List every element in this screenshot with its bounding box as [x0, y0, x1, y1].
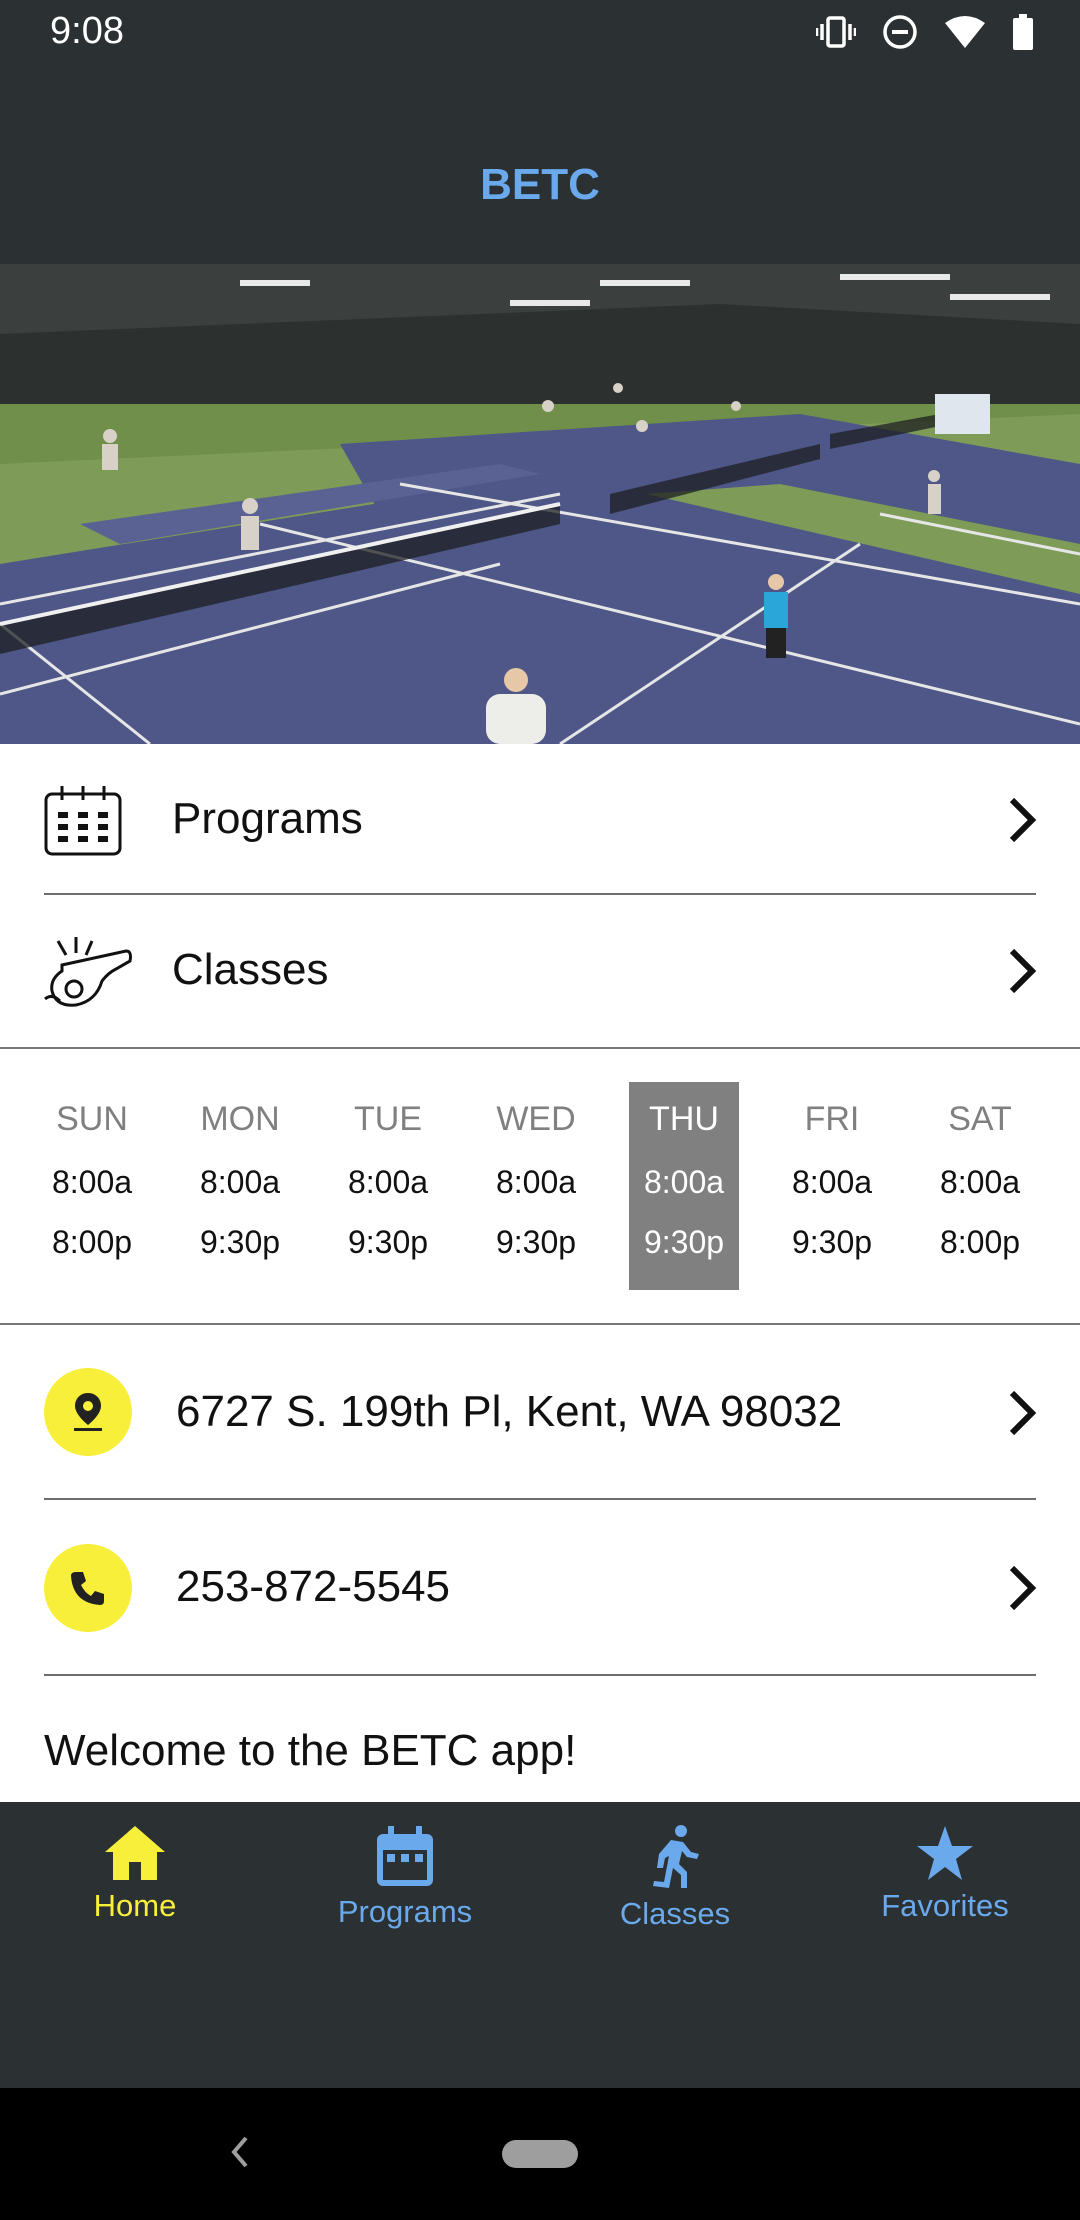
status-icons: [816, 14, 1034, 50]
nav-classes[interactable]: Classes: [540, 1824, 810, 1944]
calendar-icon: [270, 1824, 540, 1888]
day-close-time: 8:00p: [939, 1224, 1021, 1260]
day-sat: SAT 8:00a 8:00p: [925, 1082, 1035, 1290]
app-title: BETC: [480, 160, 600, 209]
back-icon[interactable]: [226, 2132, 252, 2177]
nav-programs-label: Programs: [337, 1894, 473, 1929]
nav-favorites[interactable]: Favorites: [810, 1824, 1080, 1944]
classes-row[interactable]: Classes: [0, 895, 1080, 1047]
day-tue: TUE 8:00a 9:30p: [333, 1082, 443, 1290]
programs-label: Programs: [172, 794, 363, 843]
status-time: 9:08: [50, 10, 124, 52]
chevron-right-icon: [1008, 947, 1038, 1000]
welcome-text: Welcome to the BETC app!: [44, 1726, 577, 1775]
home-pill-button[interactable]: [502, 2140, 578, 2168]
day-close-time: 9:30p: [199, 1224, 281, 1260]
day-name: SAT: [948, 1100, 1012, 1138]
day-close-time: 9:30p: [495, 1224, 577, 1260]
phone-text: 253-872-5545: [176, 1562, 451, 1611]
whistle-icon: [42, 935, 132, 1014]
phone-icon: [44, 1544, 132, 1632]
day-fri: FRI 8:00a 9:30p: [777, 1082, 887, 1290]
location-pin-icon: [44, 1368, 132, 1456]
status-bar: 9:08: [0, 0, 1080, 68]
vibrate-icon: [816, 15, 856, 49]
nav-home[interactable]: Home: [0, 1824, 270, 1944]
hours-table: SUN 8:00a 8:00p MON 8:00a 9:30p TUE 8:00…: [0, 1050, 1080, 1322]
day-name: THU: [649, 1100, 719, 1138]
day-name: WED: [496, 1100, 576, 1138]
phone-row[interactable]: 253-872-5545: [0, 1500, 1080, 1674]
day-name: FRI: [804, 1100, 860, 1138]
home-icon: [0, 1824, 270, 1882]
day-name: MON: [200, 1100, 280, 1138]
day-mon: MON 8:00a 9:30p: [185, 1082, 295, 1290]
wifi-icon: [944, 15, 986, 49]
day-open-time: 8:00a: [347, 1164, 429, 1200]
calendar-grid-icon: [44, 784, 122, 861]
day-thu-highlighted: THU 8:00a 9:30p: [629, 1082, 739, 1290]
chevron-right-icon: [1008, 796, 1038, 849]
day-close-time: 8:00p: [51, 1224, 133, 1260]
app-bar: BETC: [0, 68, 1080, 264]
day-open-time: 8:00a: [643, 1164, 725, 1200]
chevron-right-icon: [1008, 1564, 1038, 1617]
nav-classes-label: Classes: [619, 1896, 731, 1931]
day-close-time: 9:30p: [347, 1224, 429, 1260]
nav-favorites-label: Favorites: [881, 1888, 1009, 1923]
day-sun: SUN 8:00a 8:00p: [37, 1082, 147, 1290]
classes-label: Classes: [172, 945, 329, 994]
divider: [44, 1674, 1036, 1676]
hero-image: [0, 264, 1080, 744]
do-not-disturb-icon: [882, 14, 918, 50]
star-icon: [810, 1824, 1080, 1882]
address-text: 6727 S. 199th Pl, Kent, WA 98032: [176, 1387, 843, 1436]
day-wed: WED 8:00a 9:30p: [481, 1082, 591, 1290]
address-row[interactable]: 6727 S. 199th Pl, Kent, WA 98032: [0, 1325, 1080, 1499]
day-close-time: 9:30p: [643, 1224, 725, 1260]
day-name: TUE: [354, 1100, 422, 1138]
nav-home-label: Home: [93, 1888, 177, 1923]
battery-icon: [1012, 14, 1034, 50]
day-open-time: 8:00a: [495, 1164, 577, 1200]
runner-icon: [540, 1824, 810, 1890]
day-name: SUN: [56, 1100, 128, 1138]
day-close-time: 9:30p: [791, 1224, 873, 1260]
chevron-right-icon: [1008, 1389, 1038, 1442]
nav-programs[interactable]: Programs: [270, 1824, 540, 1944]
day-open-time: 8:00a: [51, 1164, 133, 1200]
programs-row[interactable]: Programs: [0, 744, 1080, 894]
bottom-nav: Home Programs Classes Favorites: [0, 1802, 1080, 2088]
day-open-time: 8:00a: [939, 1164, 1021, 1200]
day-open-time: 8:00a: [791, 1164, 873, 1200]
day-open-time: 8:00a: [199, 1164, 281, 1200]
divider: [0, 1047, 1080, 1049]
system-nav-bar: [0, 2088, 1080, 2220]
